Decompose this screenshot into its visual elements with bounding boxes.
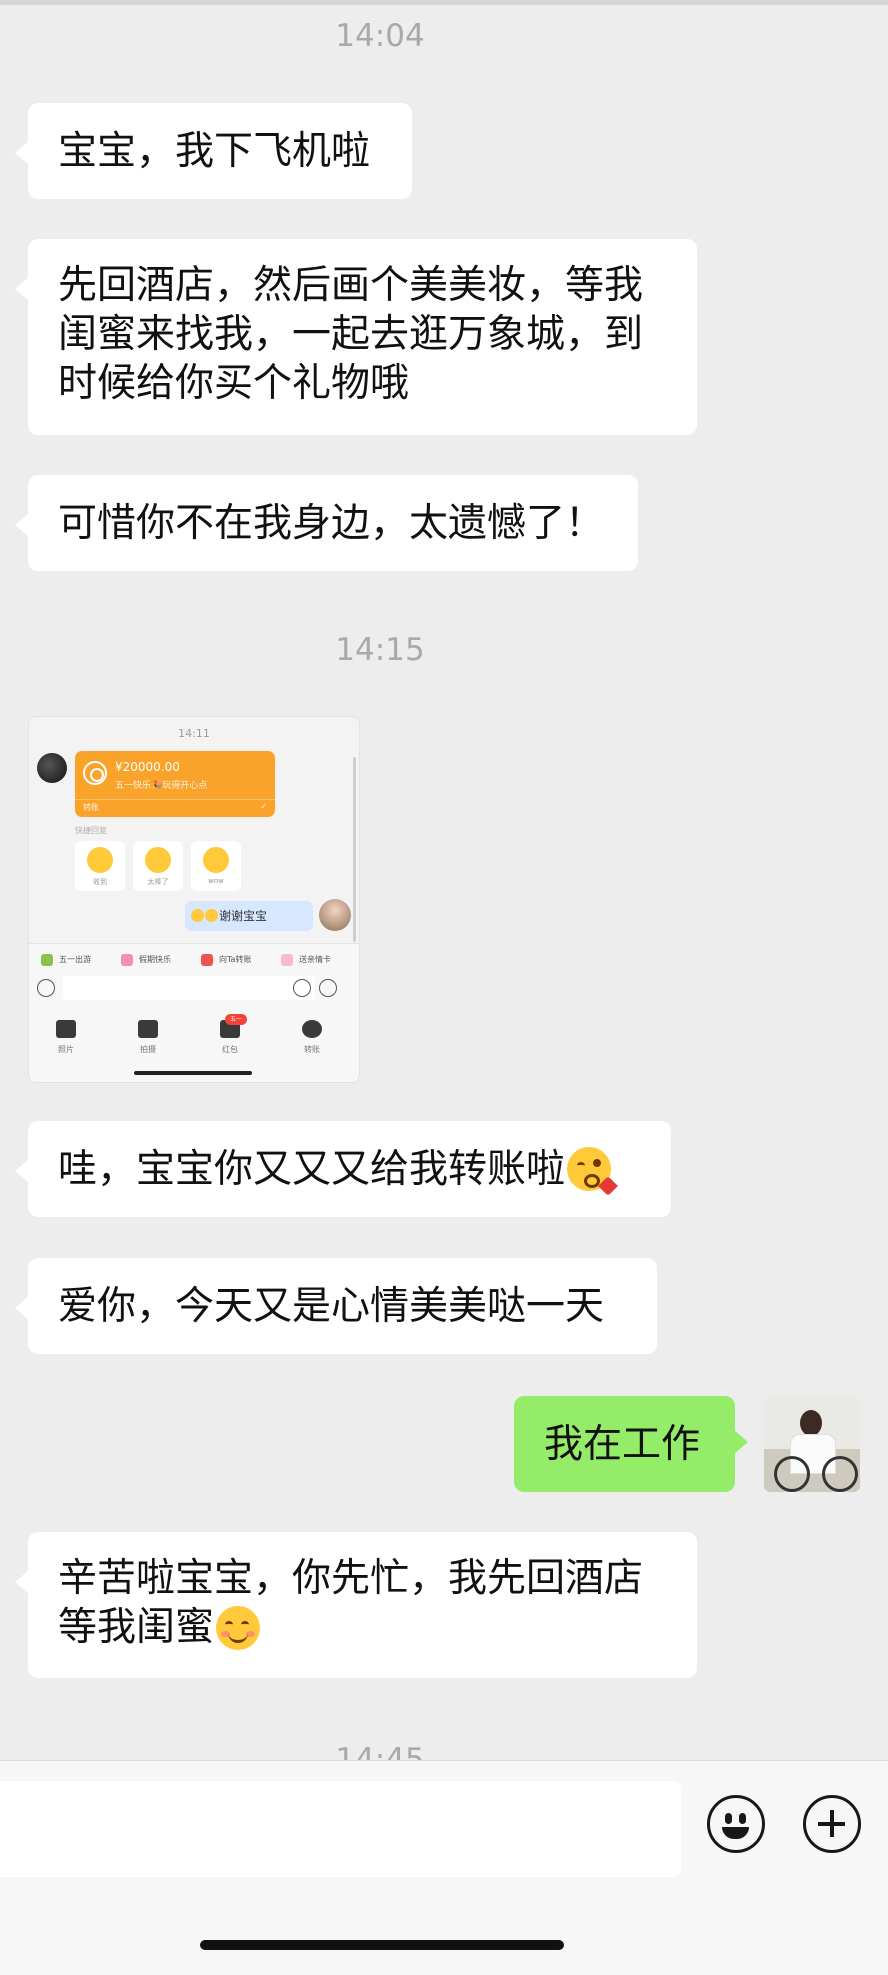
emoji-icon [205, 909, 218, 922]
quick-reply-title: 快捷回复 [75, 826, 107, 835]
transfer-amount: ¥20000.00 [115, 760, 180, 774]
reaction-item: 收到 [75, 841, 125, 891]
smiling-emoji [216, 1605, 261, 1650]
chip: 五一出游 [41, 950, 91, 970]
tool-red-packet: 五一 红包 [205, 1014, 255, 1066]
chip-icon [41, 954, 53, 966]
message-bubble[interactable]: 可惜你不在我身边，太遗憾了！ [15, 475, 638, 571]
message-bubble[interactable]: 爱你，今天又是心情美美哒一天 [15, 1258, 657, 1354]
message-text: 闺蜜来找我，一起去逛万象城，到 [58, 312, 644, 357]
message-input[interactable] [0, 1781, 681, 1877]
smiley-icon[interactable] [707, 1795, 765, 1853]
reply-text: 谢谢宝宝 [219, 909, 268, 923]
tool-transfer: 转账 [287, 1016, 337, 1066]
message-bubble[interactable]: 先回酒店，然后画个美美妆，等我 闺蜜来找我，一起去逛万象城，到 时候给你买个礼物… [15, 239, 697, 435]
message-text: 哇，宝宝你又又又给我转账啦 [58, 1146, 566, 1192]
message-text: 爱你，今天又是心情美美哒一天 [58, 1283, 605, 1329]
tool-photo: 照片 [41, 1016, 91, 1066]
transfer-label: 转账 [83, 803, 99, 812]
camera-icon [138, 1020, 158, 1038]
badge: 五一 [225, 1014, 247, 1025]
emoji-icon [145, 847, 171, 873]
scrollbar [353, 757, 356, 942]
timestamp: 14:15 [335, 632, 425, 668]
avatar [37, 753, 67, 783]
plus-icon[interactable] [803, 1795, 861, 1853]
emoji-icon [203, 847, 229, 873]
reaction-label: 收到 [93, 878, 107, 886]
voice-icon [37, 979, 55, 997]
timestamp: 14:45 [335, 1742, 425, 1760]
transfer-icon [83, 761, 107, 785]
plus-icon [319, 979, 337, 997]
photo-icon [56, 1020, 76, 1038]
message-text: 可惜你不在我身边，太遗憾了！ [58, 500, 605, 546]
chip-icon [121, 954, 133, 966]
message-bubble[interactable]: 辛苦啦宝宝，你先忙，我先回酒店 等我闺蜜 [15, 1532, 697, 1678]
message-text: 先回酒店，然后画个美美妆，等我 [58, 263, 644, 308]
emoji-icon [191, 909, 204, 922]
chip-icon [281, 954, 293, 966]
timestamp: 14:04 [335, 18, 425, 54]
message-text: 宝宝，我下飞机啦 [58, 128, 371, 174]
check-icon: ✓ [260, 802, 267, 811]
smiley-icon [293, 979, 311, 997]
kissing-heart-emoji [567, 1147, 618, 1196]
message-bubble[interactable]: 宝宝，我下飞机啦 [15, 103, 412, 199]
message-text: 时候给你买个礼物哦 [58, 361, 410, 406]
message-text: 我在工作 [544, 1421, 701, 1467]
message-bubble-sent[interactable]: 我在工作 [514, 1396, 748, 1492]
home-indicator [200, 1940, 564, 1950]
chip: 送亲情卡 [281, 950, 331, 970]
chip: 向Ta转账 [201, 950, 251, 970]
reaction-item: wow [191, 841, 241, 891]
message-text: 等我闺蜜 [58, 1605, 215, 1650]
transfer-footer: 转账 ✓ [75, 799, 275, 817]
emoji-icon [87, 847, 113, 873]
home-indicator [134, 1071, 252, 1075]
chip: 假期快乐 [121, 950, 171, 970]
reaction-label: wow [208, 877, 224, 885]
screenshot-input-area: 五一出游 假期快乐 向Ta转账 送亲情卡 照片 拍摄 五一 红包 转账 [29, 943, 359, 1082]
transfer-note: 五一快乐🎉玩得开心点 [115, 781, 208, 791]
reaction-item: 太棒了 [133, 841, 183, 891]
avatar [319, 899, 351, 931]
transfer-card: ¥20000.00 五一快乐🎉玩得开心点 转账 ✓ [75, 751, 275, 817]
tool-camera: 拍摄 [123, 1016, 173, 1066]
reply-bubble: 谢谢宝宝 [185, 901, 313, 931]
message-text: 辛苦啦宝宝，你先忙，我先回酒店 [58, 1556, 644, 1601]
chip-icon [201, 954, 213, 966]
reaction-label: 太棒了 [147, 878, 169, 886]
top-divider [0, 0, 888, 5]
screenshot-input [63, 976, 315, 1000]
avatar[interactable] [764, 1396, 860, 1492]
screenshot-time: 14:11 [178, 727, 210, 740]
transfer-icon [302, 1020, 322, 1038]
message-bubble[interactable]: 哇，宝宝你又又又给我转账啦 [15, 1121, 671, 1217]
screenshot-image[interactable]: 14:11 ¥20000.00 五一快乐🎉玩得开心点 转账 ✓ 快捷回复 收到 … [28, 716, 360, 1083]
